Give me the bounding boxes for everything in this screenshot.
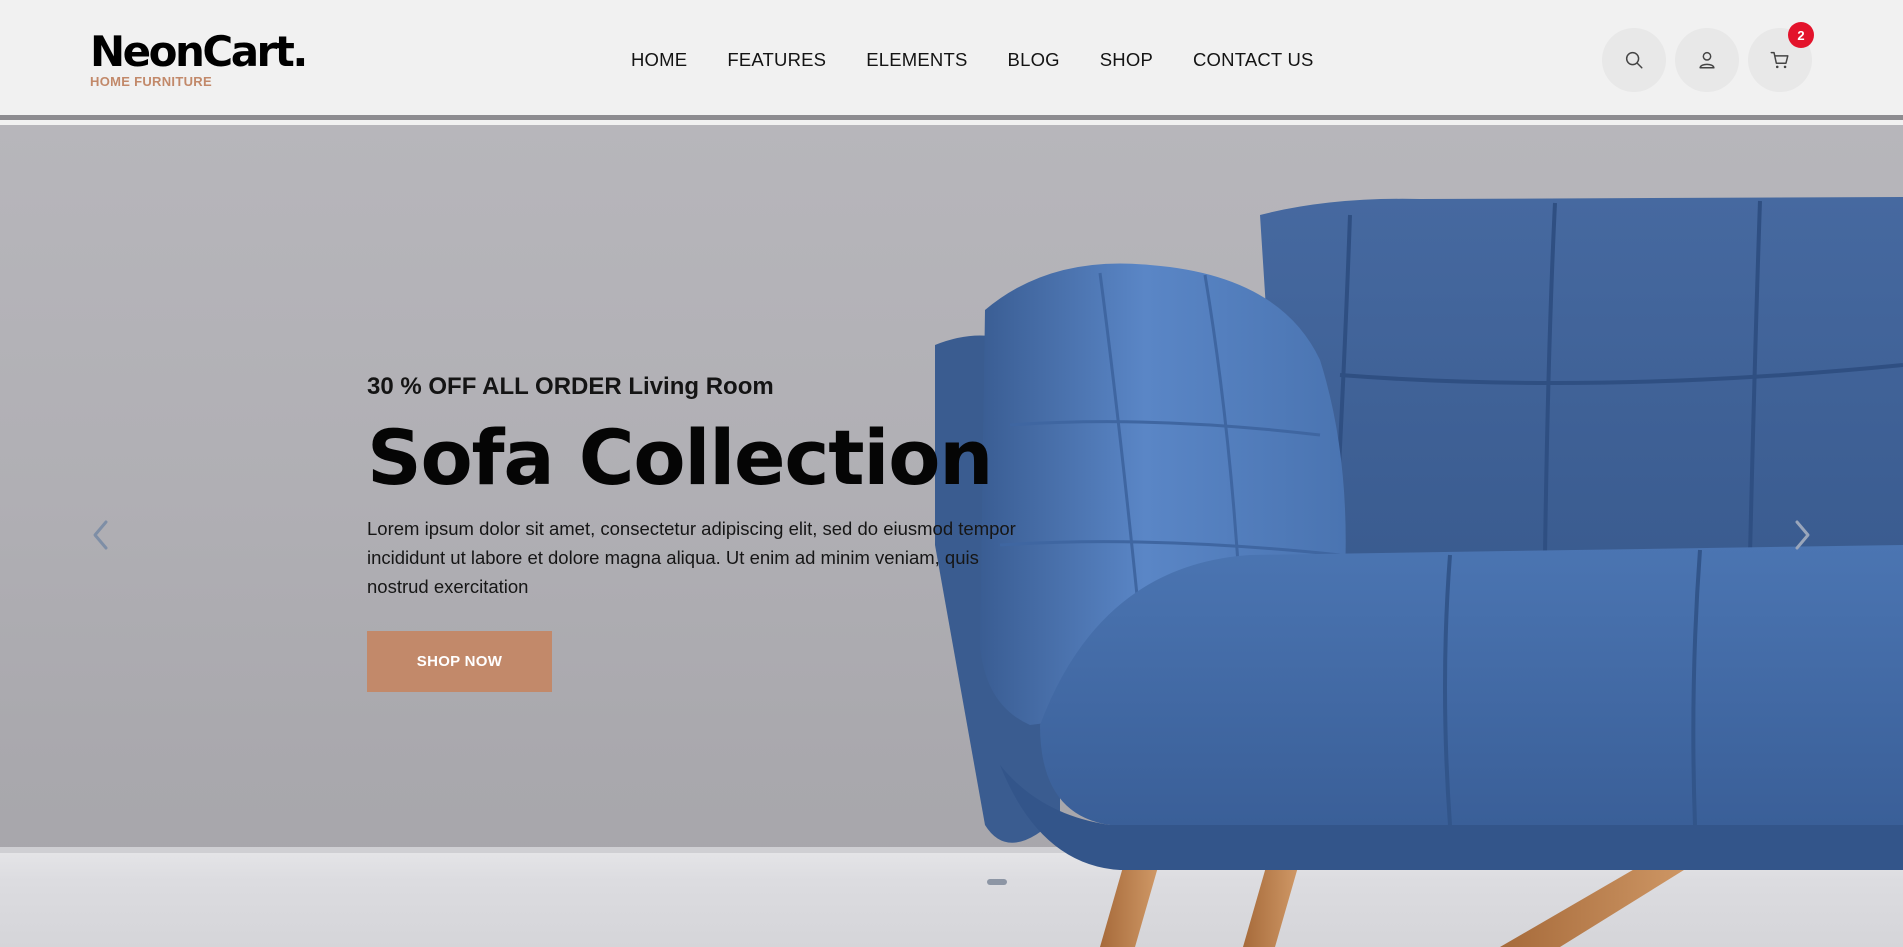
search-button[interactable]	[1602, 28, 1666, 92]
nav-item-features[interactable]: FEATURES	[727, 48, 826, 72]
hero-description: Lorem ipsum dolor sit amet, consectetur …	[367, 518, 1016, 597]
nav-item-contact-us[interactable]: CONTACT US	[1193, 48, 1314, 72]
nav-item-elements[interactable]: ELEMENTS	[866, 48, 967, 72]
site-logo[interactable]: NeonCart. HOME FURNITURE	[90, 27, 308, 90]
main-nav: HOME FEATURES ELEMENTS BLOG SHOP CONTACT…	[631, 48, 1314, 72]
site-header: NeonCart. HOME FURNITURE HOME FEATURES E…	[0, 0, 1903, 120]
slider-dot-active[interactable]	[987, 879, 1007, 885]
logo-tagline: HOME FURNITURE	[90, 74, 212, 89]
cart-button[interactable]: 2	[1748, 22, 1814, 92]
hero-content: 30 % OFF ALL ORDER Living Room Sofa Coll…	[367, 372, 1047, 692]
user-icon	[1699, 51, 1715, 69]
slider-dot[interactable]	[927, 879, 947, 885]
cart-icon	[1770, 51, 1789, 69]
nav-item-blog[interactable]: BLOG	[1008, 48, 1060, 72]
cart-count-badge: 2	[1788, 22, 1814, 48]
slider-prev-button[interactable]	[86, 512, 116, 558]
hero-headline: Sofa Collection	[367, 413, 993, 502]
shop-now-button[interactable]: SHOP NOW	[367, 631, 552, 692]
chevron-left-icon	[93, 520, 108, 550]
chevron-right-icon	[1795, 520, 1810, 550]
nav-item-home[interactable]: HOME	[631, 48, 687, 72]
nav-item-shop[interactable]: SHOP	[1100, 48, 1153, 72]
logo-wordmark: NeonCart.	[90, 27, 308, 76]
search-icon	[1625, 51, 1643, 69]
hero-slider: 30 % OFF ALL ORDER Living Room Sofa Coll…	[0, 125, 1903, 947]
slider-pagination	[897, 879, 1007, 885]
slider-dot[interactable]	[957, 879, 977, 885]
hero-kicker: 30 % OFF ALL ORDER Living Room	[367, 373, 774, 400]
slider-next-button[interactable]	[1787, 512, 1817, 558]
account-button[interactable]	[1675, 28, 1739, 92]
slider-dot[interactable]	[897, 879, 917, 885]
